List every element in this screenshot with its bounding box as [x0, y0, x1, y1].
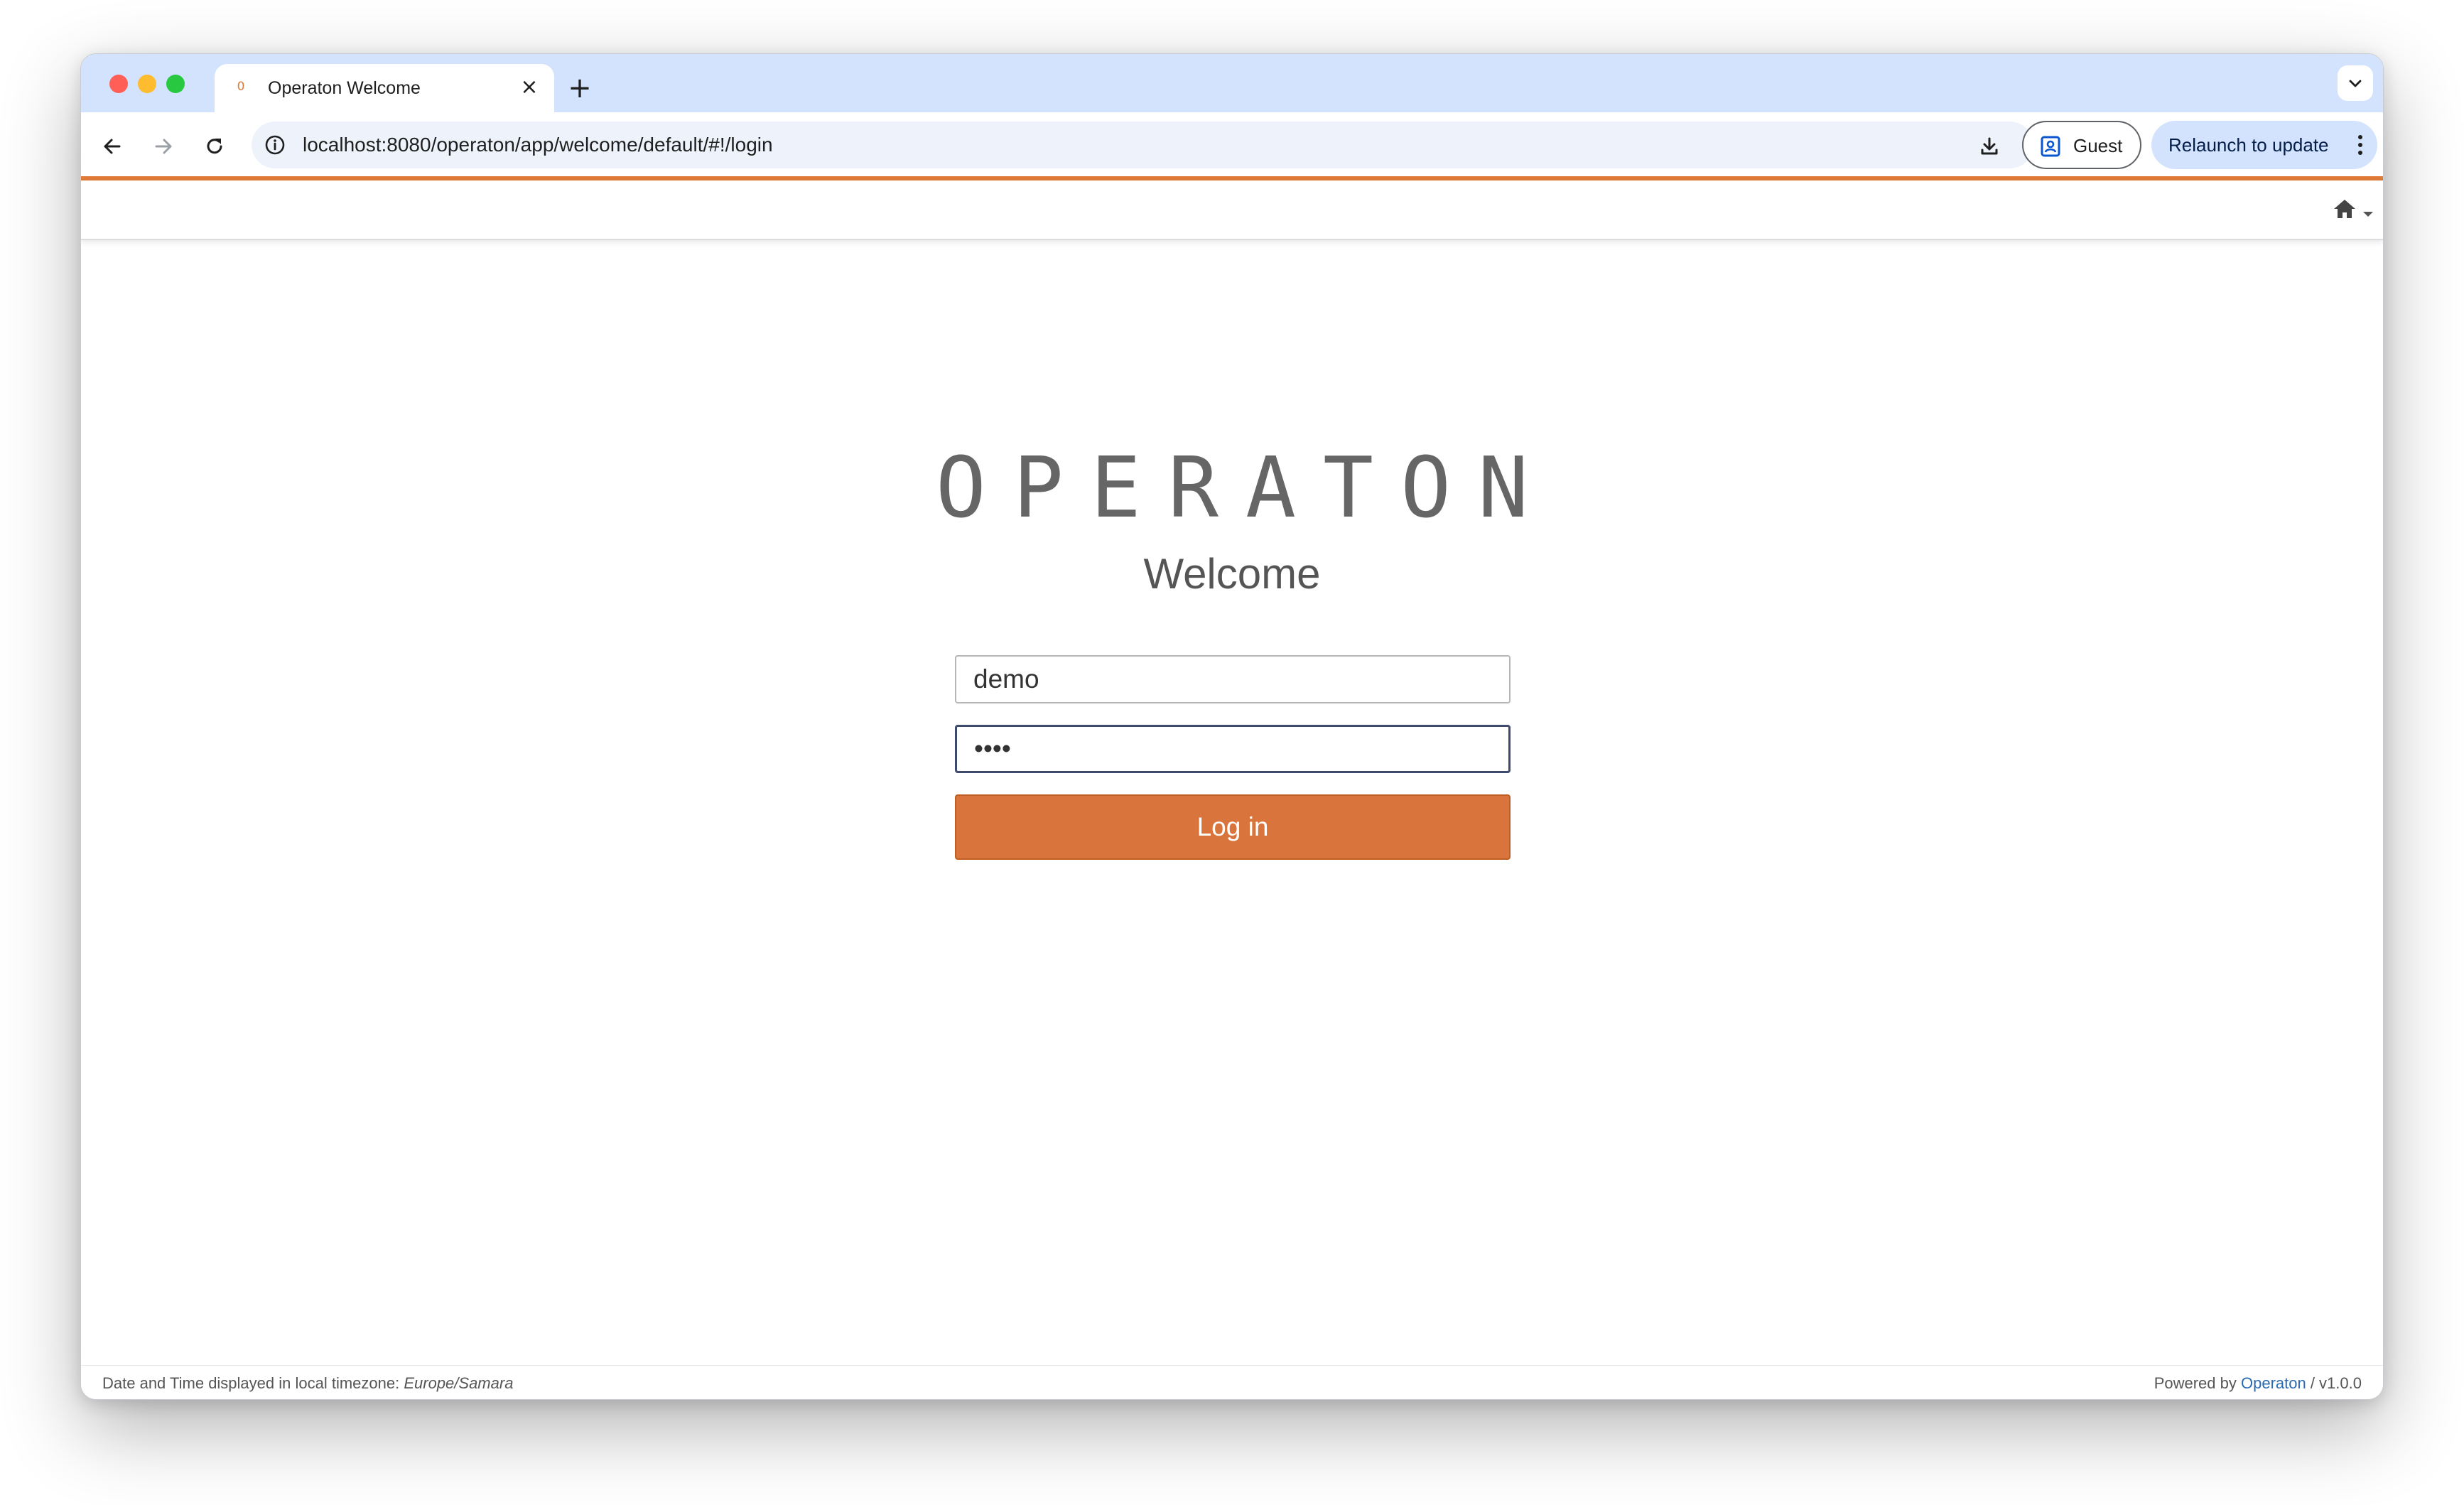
timezone-prefix: Date and Time displayed in local timezon…: [102, 1374, 404, 1392]
timezone-value: Europe/Samara: [404, 1374, 514, 1392]
downloads-button[interactable]: [1969, 126, 2009, 166]
profile-icon: [2041, 136, 2060, 157]
operaton-link[interactable]: Operaton: [2241, 1374, 2306, 1392]
download-icon: [1981, 137, 1998, 155]
back-button[interactable]: [92, 126, 132, 166]
tab-close-button[interactable]: ×: [516, 74, 543, 101]
tab-search-button[interactable]: [2338, 65, 2373, 101]
operaton-favicon-icon: 0: [237, 80, 245, 94]
screen: 0 Operaton Welcome × + localhost:8080/op…: [0, 0, 2464, 1505]
home-menu-dropdown[interactable]: [2332, 195, 2379, 226]
profile-button[interactable]: Guest: [2022, 121, 2141, 169]
close-window-button[interactable]: [109, 75, 128, 93]
relaunch-label: Relaunch to update: [2168, 134, 2329, 156]
username-input[interactable]: [955, 655, 1511, 703]
kebab-menu-icon[interactable]: [2356, 134, 2365, 156]
tab-operaton-welcome[interactable]: 0 Operaton Welcome ×: [215, 64, 554, 112]
caret-down-icon: [2363, 212, 2373, 217]
forward-button[interactable]: [144, 126, 183, 166]
timezone-note: Date and Time displayed in local timezon…: [102, 1374, 513, 1393]
password-input[interactable]: [955, 725, 1511, 773]
arrow-right-icon: [155, 139, 172, 154]
brand-logo: OPERATON: [935, 438, 1556, 536]
browser-toolbar: localhost:8080/operaton/app/welcome/defa…: [81, 112, 2383, 180]
reload-icon: [207, 139, 222, 154]
arrow-left-icon: [104, 139, 121, 154]
powered-by: Powered by Operaton / v1.0.0: [2154, 1374, 2362, 1393]
info-icon[interactable]: [263, 133, 287, 157]
version-text: / v1.0.0: [2306, 1374, 2362, 1392]
address-bar[interactable]: localhost:8080/operaton/app/welcome/defa…: [252, 122, 2033, 168]
minimize-window-button[interactable]: [138, 75, 156, 93]
reload-button[interactable]: [195, 126, 234, 166]
app-footer: Date and Time displayed in local timezon…: [81, 1365, 2383, 1399]
new-tab-button[interactable]: +: [558, 67, 601, 109]
chevron-down-icon: [2349, 80, 2362, 87]
maximize-window-button[interactable]: [166, 75, 185, 93]
relaunch-button[interactable]: Relaunch to update: [2151, 121, 2377, 169]
tab-title: Operaton Welcome: [268, 78, 421, 98]
login-button[interactable]: Log in: [955, 794, 1511, 860]
browser-window: 0 Operaton Welcome × + localhost:8080/op…: [80, 53, 2384, 1400]
tab-strip: 0 Operaton Welcome × +: [81, 54, 2383, 112]
app-header: [81, 180, 2383, 240]
profile-name: Guest: [2073, 135, 2123, 156]
powered-prefix: Powered by: [2154, 1374, 2241, 1392]
page-title: Welcome: [1143, 550, 1321, 598]
url-text: localhost:8080/operaton/app/welcome/defa…: [303, 134, 773, 156]
home-icon: [2334, 200, 2355, 218]
